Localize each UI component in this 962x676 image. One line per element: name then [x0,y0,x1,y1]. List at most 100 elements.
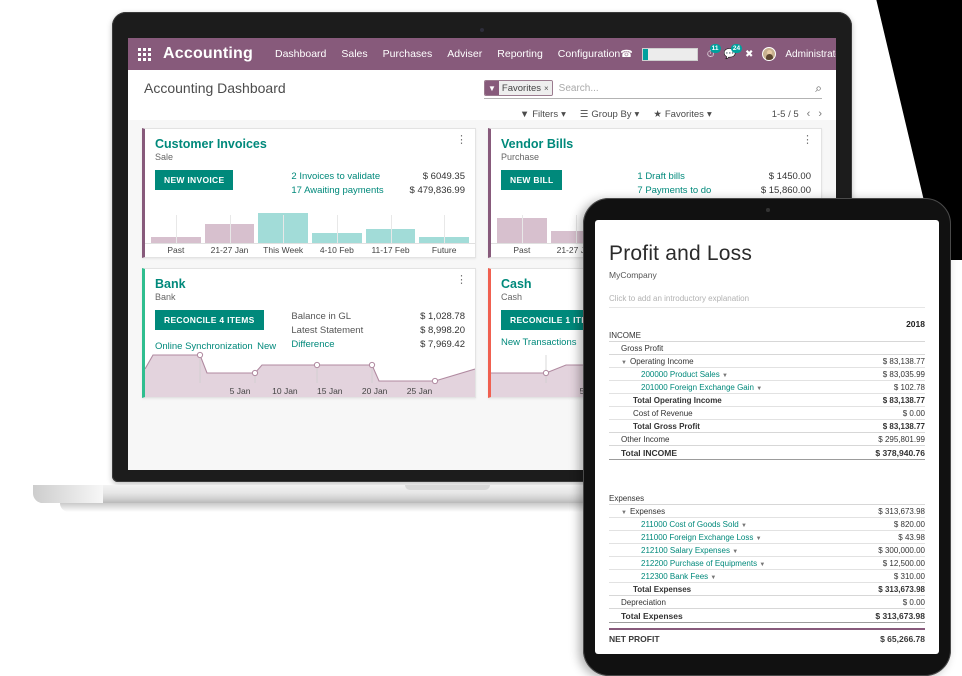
facet-text: Favorites [501,82,541,94]
tablet-device: Profit and Loss MyCompany Click to add a… [583,198,951,676]
menu-item-purchases[interactable]: Purchases [383,48,433,60]
report-title: Profit and Loss [609,242,753,265]
stat-row: 17 Awaiting payments $ 479,836.99 [291,184,465,198]
menu-item-adviser[interactable]: Adviser [447,48,482,60]
chevron-down-icon[interactable]: ▼ [759,562,765,568]
favorites-dropdown[interactable]: ★ Favorites ▾ [653,109,711,120]
row-label: Gross Profit [609,341,848,355]
stat-label[interactable]: 1 Draft bills [637,170,685,184]
pager-prev-icon[interactable]: ‹ [807,108,811,120]
user-name[interactable]: Administrator [785,49,836,60]
row-value: $ 0.00 [847,406,925,420]
row-value: $ 820.00 [848,517,925,531]
menu-item-sales[interactable]: Sales [341,48,367,60]
filters-label: Filters [532,108,559,120]
chevron-down-icon[interactable]: ▼ [756,536,762,542]
table-row: Other Income $ 295,801.99 [609,432,925,446]
favorites-label: Favorites [664,108,704,120]
bar [312,215,362,243]
search-input[interactable]: ▼ Favorites × Search... ⌕ [484,80,822,99]
row-label-cell[interactable]: 200000 Product Sales ▼ [609,367,848,381]
section-header-row: INCOME [609,329,925,342]
row-label-cell[interactable]: 211000 Cost of Goods Sold ▼ [609,517,849,531]
app-brand[interactable]: Accounting [163,45,253,63]
row-label-cell[interactable]: 212100 Salary Expenses ▼ [609,543,849,557]
table-row: 212300 Bank Fees ▼ $ 310.00 [609,569,925,583]
chevron-down-icon[interactable]: ▼ [741,523,747,529]
messages-count-badge: 24 [731,43,742,53]
x-tick: Past [167,245,185,255]
control-panel-top: Accounting Dashboard ▼ Favorites × Searc… [144,80,822,99]
report-company: MyCompany [609,270,657,280]
chevron-down-icon[interactable]: ▼ [756,386,762,392]
row-value: $ 12,500.00 [848,556,925,570]
row-label-cell[interactable]: ▼ Operating Income [609,354,848,368]
chevron-down-icon[interactable]: ▼ [621,510,630,516]
row-label-cell[interactable]: 212300 Bank Fees ▼ [609,569,849,583]
chevron-down-icon[interactable]: ▼ [710,575,716,581]
bar [365,215,416,243]
clock-icon[interactable]: ⏱ 11 [707,43,721,60]
report-intro-placeholder[interactable]: Click to add an introductory explanation [609,294,925,308]
row-label-cell[interactable]: 201000 Foreign Exchange Gain ▼ [609,380,848,394]
chevron-down-icon[interactable]: ▼ [732,549,738,555]
x-tick: Past [513,245,531,255]
kebab-menu-icon[interactable]: ⋮ [802,135,813,146]
progress-bar[interactable] [641,47,698,61]
menu-item-dashboard[interactable]: Dashboard [275,48,326,60]
card-customer-invoices[interactable]: ⋮ Customer Invoices Sale NEW INVOICE 2 I… [142,128,476,258]
chevron-down-icon[interactable]: ▼ [621,360,630,366]
card-bank[interactable]: ⋮ Bank Bank RECONCILE 4 ITEMS Online Syn… [142,268,476,398]
bar-chart-labels: Past 21-27 Jan This Week 4-10 Feb 11-17 … [145,243,475,257]
row-label-cell[interactable]: 211000 Foreign Exchange Loss ▼ [609,530,849,544]
x-tick: 5 Jan [229,386,251,396]
report-table-expenses: Expenses ▼ Expenses $ 313,673.98 211000 Co… [609,492,925,623]
menu-item-reporting[interactable]: Reporting [497,48,543,60]
chat-bubble-icon[interactable]: 💬 24 [724,43,742,60]
new-invoice-button[interactable]: NEW INVOICE [155,170,234,190]
x-tick: Future [431,245,457,255]
reconcile-items-button[interactable]: RECONCILE 4 ITEMS [155,310,264,330]
search-facet-favorites[interactable]: ▼ Favorites × [484,80,553,96]
row-label-cell[interactable]: ▼ Expenses [609,504,849,518]
kebab-menu-icon[interactable]: ⋮ [456,135,467,146]
filter-controls: ▼ Filters ▾ ☰ Group By ▾ ★ Favorites ▾ [520,109,712,120]
close-icon[interactable]: × [544,84,549,93]
stat-label[interactable]: 7 Payments to do [637,184,711,198]
new-bill-button[interactable]: NEW BILL [501,170,563,190]
search-icon[interactable]: ⌕ [815,81,822,96]
card-title: Customer Invoices [155,137,267,151]
table-row: Total Expenses $ 313,673.98 [609,608,925,623]
stat-label[interactable]: 17 Awaiting payments [291,184,383,198]
stat-value: $ 1450.00 [768,171,811,182]
table-row: 211000 Cost of Goods Sold ▼ $ 820.00 [609,517,925,531]
pager-next-icon[interactable]: › [818,108,822,120]
avatar-icon[interactable] [762,47,777,61]
apps-grid-icon[interactable] [138,47,151,61]
row-label: 200000 Product Sales [641,369,720,379]
chevron-down-icon[interactable]: ▼ [722,373,728,379]
groupby-label: Group By [591,108,632,120]
phone-icon[interactable]: ☎ [620,49,632,60]
stat-value: $ 8,998.20 [420,325,465,336]
row-value: $ 313,673.98 [848,608,925,623]
card-title: Bank [155,277,186,291]
x-tick: 10 Jan [272,386,298,396]
bug-icon[interactable]: ✖ [745,49,753,60]
filters-dropdown[interactable]: ▼ Filters ▾ [520,109,566,120]
table-row: Gross Profit [609,341,925,355]
search-placeholder[interactable]: Search... [559,83,816,94]
stat-row: Latest Statement $ 8,998.20 [291,324,465,338]
row-label-cell[interactable]: 212200 Purchase of Equipments ▼ [609,556,849,570]
row-value: $ 83,035.99 [847,367,925,381]
row-value: $ 310.00 [848,569,925,583]
search-facet-label: Favorites × [498,81,552,95]
stat-label[interactable]: 2 Invoices to validate [291,170,380,184]
menu-item-configuration[interactable]: Configuration [558,48,620,60]
kebab-menu-icon[interactable]: ⋮ [456,275,467,286]
table-row: Total Gross Profit $ 83,138.77 [609,419,925,433]
bar-chart-customer-invoices: Past 21-27 Jan This Week 4-10 Feb 11-17 … [145,209,475,257]
groupby-dropdown[interactable]: ☰ Group By ▾ [580,109,639,120]
stat-label: Latest Statement [291,325,364,336]
stat-label: Balance in GL [291,311,352,322]
